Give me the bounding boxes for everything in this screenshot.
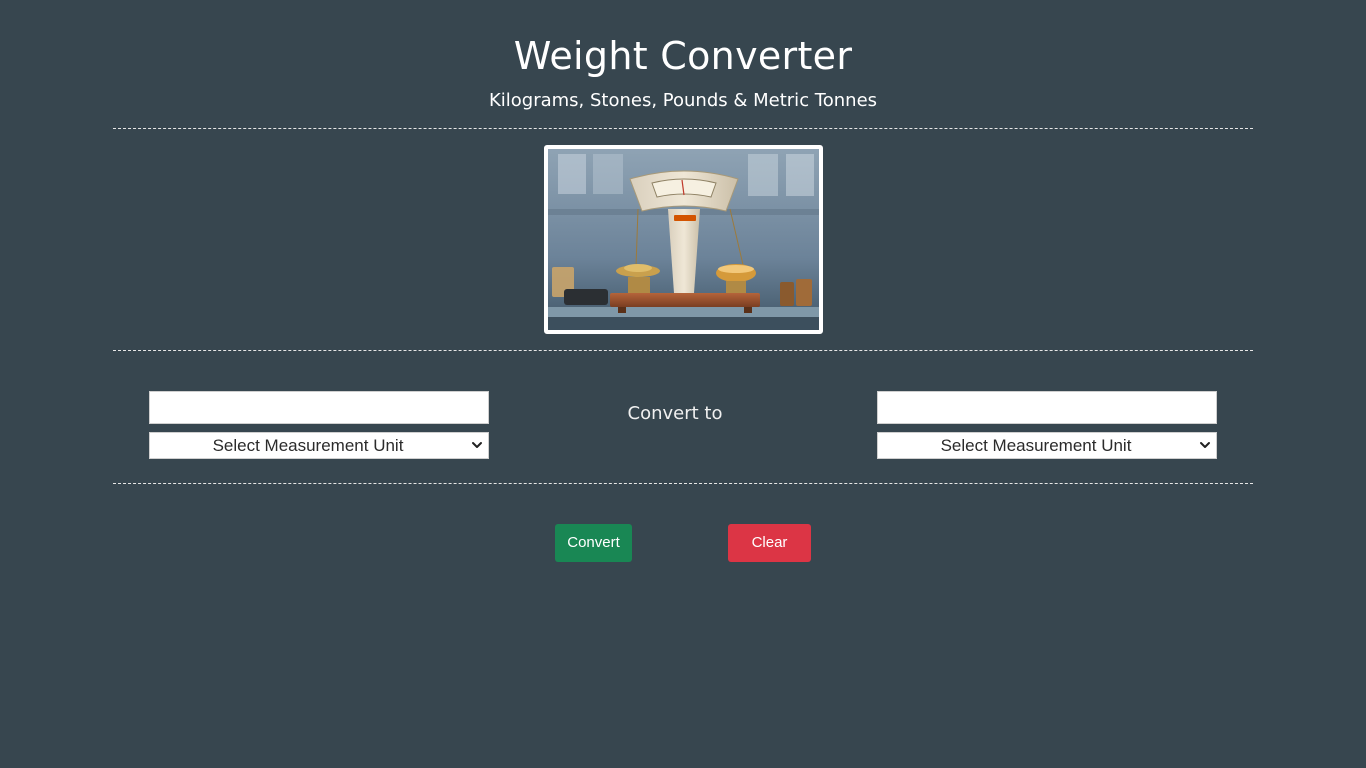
to-value-input[interactable]: [877, 391, 1217, 424]
page-title: Weight Converter: [513, 34, 853, 78]
convert-button[interactable]: Convert: [555, 524, 632, 562]
divider-middle: [113, 350, 1253, 351]
from-unit-selected: Select Measurement Unit: [212, 436, 404, 455]
page-subtitle: Kilograms, Stones, Pounds & Metric Tonne…: [488, 90, 878, 111]
to-unit-select[interactable]: Select Measurement Unit: [877, 432, 1217, 459]
scale-illustration: [548, 149, 819, 330]
clear-button[interactable]: Clear: [728, 524, 811, 562]
convert-to-label: Convert to: [627, 403, 723, 424]
chevron-down-icon: [472, 442, 482, 448]
divider-bottom: [113, 483, 1253, 484]
chevron-down-icon: [1200, 442, 1210, 448]
from-value-input[interactable]: [149, 391, 489, 424]
to-unit-selected: Select Measurement Unit: [940, 436, 1132, 455]
from-unit-select[interactable]: Select Measurement Unit: [149, 432, 489, 459]
divider-top: [113, 128, 1253, 129]
scale-image: [544, 145, 823, 334]
weight-converter-page: Weight Converter Kilograms, Stones, Poun…: [0, 0, 1366, 768]
